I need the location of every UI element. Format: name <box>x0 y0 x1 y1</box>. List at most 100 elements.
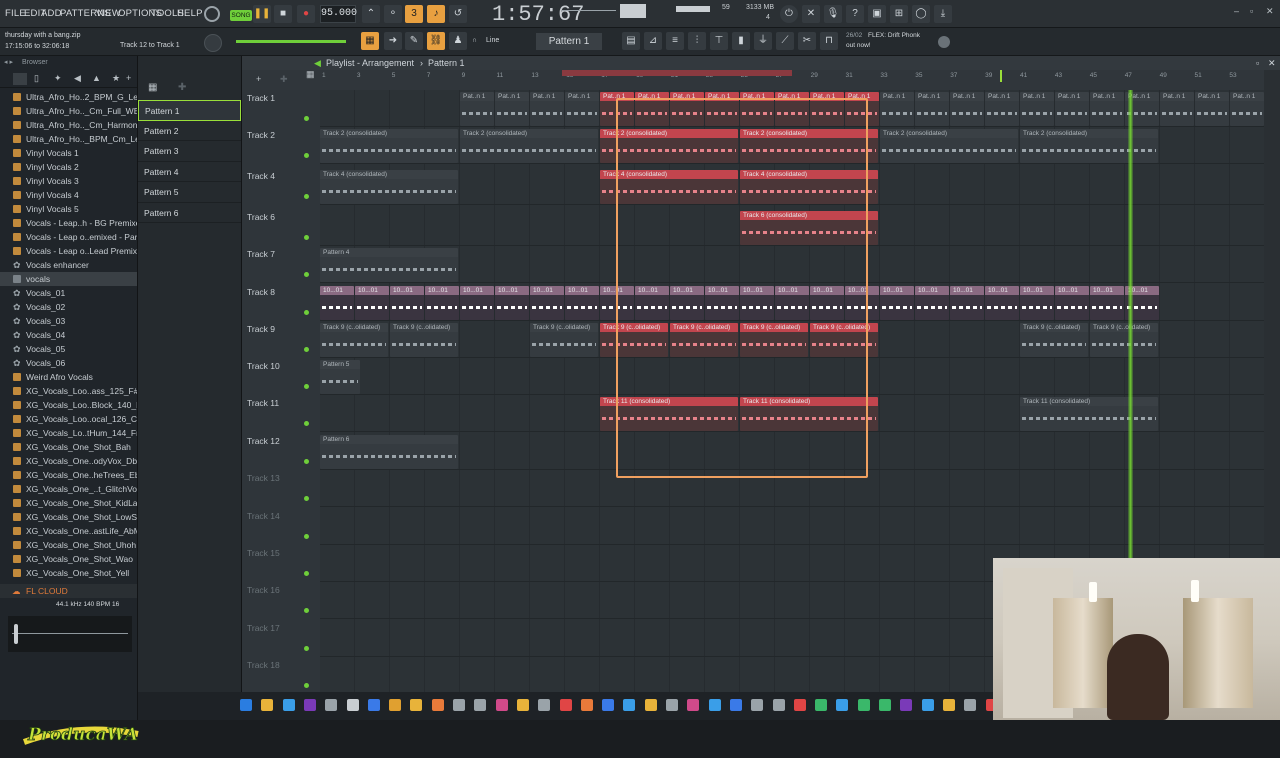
browser-item[interactable]: Vinyl Vocals 3 <box>0 174 137 188</box>
mixer-icon[interactable]: ≡ <box>666 32 684 50</box>
browser-item[interactable]: XG_Vocals_Loo..ass_125_F#Maj <box>0 384 137 398</box>
playlist-clip[interactable]: Pat..n 1 <box>495 92 529 126</box>
browser-item[interactable]: ✿ Vocals enhancer <box>0 258 137 272</box>
browser-item[interactable]: XG_Vocals_Loo..Block_140_KEY <box>0 398 137 412</box>
app-icon[interactable] <box>495 699 508 711</box>
playlist-clip[interactable]: Pat..n 1 <box>915 92 949 126</box>
browser-star-icon[interactable]: ★ <box>112 73 120 84</box>
browser-item[interactable]: ✿ Vocals_02 <box>0 300 137 314</box>
playlist-close-icon[interactable]: ✕ <box>1268 56 1276 70</box>
touch-keyboard-icon[interactable]: ✂ <box>798 32 816 50</box>
tempo-display[interactable]: 95.000 <box>320 5 357 23</box>
browser-item[interactable]: XG_Vocals_One..heTrees_Ebmin <box>0 468 137 482</box>
playlist-clip[interactable]: Pat..n 1 <box>880 92 914 126</box>
channel-rack-icon[interactable]: ▤ <box>622 32 640 50</box>
app-icon[interactable] <box>751 699 764 711</box>
track-mute-led[interactable] <box>304 534 309 539</box>
track-mute-led[interactable] <box>304 459 309 464</box>
globe-icon[interactable] <box>938 36 950 48</box>
app-icon[interactable] <box>431 699 444 711</box>
draw-icon[interactable]: ✎ <box>405 32 423 50</box>
playlist-clip[interactable]: 10...01 <box>1090 286 1124 320</box>
browser-item[interactable]: XG_Vocals_One_Shot_LowShot <box>0 510 137 524</box>
menu-file[interactable]: FILE <box>5 8 26 19</box>
browser-item[interactable]: Ultra_Afro_Ho.._Cm_Harmonies <box>0 118 137 132</box>
track-mute-led[interactable] <box>304 194 309 199</box>
link-icon[interactable]: ⛓ <box>427 32 445 50</box>
browser-item[interactable]: ✿ Vocals_06 <box>0 356 137 370</box>
news-text[interactable]: FLEX: Drift Phonk <box>868 32 920 39</box>
edge-icon[interactable] <box>623 699 636 711</box>
playlist-clip[interactable]: Pat..n 1 <box>460 92 494 126</box>
app-icon[interactable] <box>367 699 380 711</box>
track-mute-led[interactable] <box>304 272 309 277</box>
help-icon[interactable]: ? <box>846 5 864 23</box>
app-icon[interactable] <box>793 699 806 711</box>
app-icon[interactable] <box>900 699 913 711</box>
browser-item[interactable]: Vinyl Vocals 4 <box>0 188 137 202</box>
playlist-clip[interactable]: Pat..n 1 <box>1090 92 1124 126</box>
playlist-clip[interactable]: Pattern 4 <box>320 248 458 282</box>
app-icon[interactable] <box>453 699 465 711</box>
power-icon[interactable]: ⏻ <box>780 5 798 23</box>
browser-item[interactable]: Vocals - Leap o..emixed - Part_1 <box>0 230 137 244</box>
track-label[interactable]: Track 10 <box>247 361 280 371</box>
blend-notes-icon[interactable]: ♪ <box>427 5 445 23</box>
track-mute-led[interactable] <box>304 608 309 613</box>
playlist-clip[interactable]: 10...01 <box>985 286 1019 320</box>
browser-item[interactable]: XG_Vocals_One_Shot_Uhoh <box>0 538 137 552</box>
playlist-clip[interactable]: 10...01 <box>1055 286 1089 320</box>
stop-icon[interactable]: ■ <box>274 5 292 23</box>
pattern-item[interactable]: Pattern 1 <box>138 100 241 121</box>
sample-preview-waveform[interactable] <box>8 616 132 652</box>
track-label[interactable]: Track 7 <box>247 249 275 259</box>
fl-cloud-header[interactable]: ☁ FL CLOUD <box>0 584 137 598</box>
app-icon[interactable] <box>580 699 593 711</box>
loop-record-icon[interactable]: ↺ <box>449 5 467 23</box>
playlist-clip[interactable]: Pat..n 1 <box>1230 92 1264 126</box>
app-icon[interactable] <box>879 699 891 711</box>
playlist-clip[interactable]: Track 2 (consolidated) <box>1020 129 1158 163</box>
browser-icon[interactable]: ⟋ <box>776 32 794 50</box>
track-mute-led[interactable] <box>304 153 309 158</box>
app-icon[interactable] <box>389 699 402 711</box>
cart-icon[interactable]: ⊓ <box>820 32 838 50</box>
browser-item[interactable]: XG_Vocals_One..odyVox_Dbmin <box>0 454 137 468</box>
browser-item[interactable]: ✿ Vocals_04 <box>0 328 137 342</box>
loop-region-bar[interactable] <box>562 70 792 76</box>
browser-search-icon[interactable]: ✦ <box>54 73 62 84</box>
browser-item[interactable]: XG_Vocals_Loo..ocal_126_Cmin <box>0 412 137 426</box>
browser-item[interactable]: Vocals - Leap..h - BG Premixed <box>0 216 137 230</box>
microphone-icon[interactable]: 🎙 <box>824 5 842 23</box>
app-icon[interactable] <box>964 699 977 711</box>
pat-song-toggle-icon[interactable] <box>204 6 220 22</box>
playlist-maximize-icon[interactable]: ▫ <box>1256 56 1259 70</box>
track-label[interactable]: Track 17 <box>247 623 280 633</box>
track-mute-led[interactable] <box>304 421 309 426</box>
premiere-icon[interactable] <box>303 699 316 711</box>
playlist-play-icon[interactable]: ◀ <box>314 56 321 70</box>
app-icon[interactable] <box>772 699 785 711</box>
song-position-marker[interactable] <box>1000 70 1002 82</box>
track-mute-led[interactable] <box>304 496 309 501</box>
browser-view-icon[interactable] <box>13 73 27 85</box>
track-label[interactable]: Track 15 <box>247 548 280 558</box>
playlist-clip[interactable]: Pat..n 1 <box>985 92 1019 126</box>
browser-item[interactable]: Ultra_Afro_Ho.._BPM_Cm_Lead <box>0 132 137 146</box>
download-icon[interactable]: ⤓ <box>934 5 952 23</box>
app-icon[interactable] <box>538 699 551 711</box>
playlist-clip[interactable]: Track 2 (consolidated) <box>320 129 458 163</box>
track-mute-led[interactable] <box>304 571 309 576</box>
stamp-icon[interactable]: ♟ <box>449 32 467 50</box>
playlist-clip[interactable]: Pat..n 1 <box>1160 92 1194 126</box>
playlist-clip[interactable]: Pat..n 1 <box>1055 92 1089 126</box>
app-icon[interactable] <box>644 699 657 711</box>
track-mute-led[interactable] <box>304 310 309 315</box>
track-label[interactable]: Track 6 <box>247 212 275 222</box>
browser-item[interactable]: XG_Vocals_One_Shot_KidLaugh <box>0 496 137 510</box>
playlist-clip[interactable]: Pattern 5 <box>320 360 360 394</box>
browser-item[interactable]: XG_Vocals_One_Shot_Wao <box>0 552 137 566</box>
playlist-clip[interactable]: Track 9 (c..olidated) <box>530 323 598 357</box>
app-icon[interactable] <box>346 699 359 711</box>
browser-item[interactable]: Vinyl Vocals 5 <box>0 202 137 216</box>
